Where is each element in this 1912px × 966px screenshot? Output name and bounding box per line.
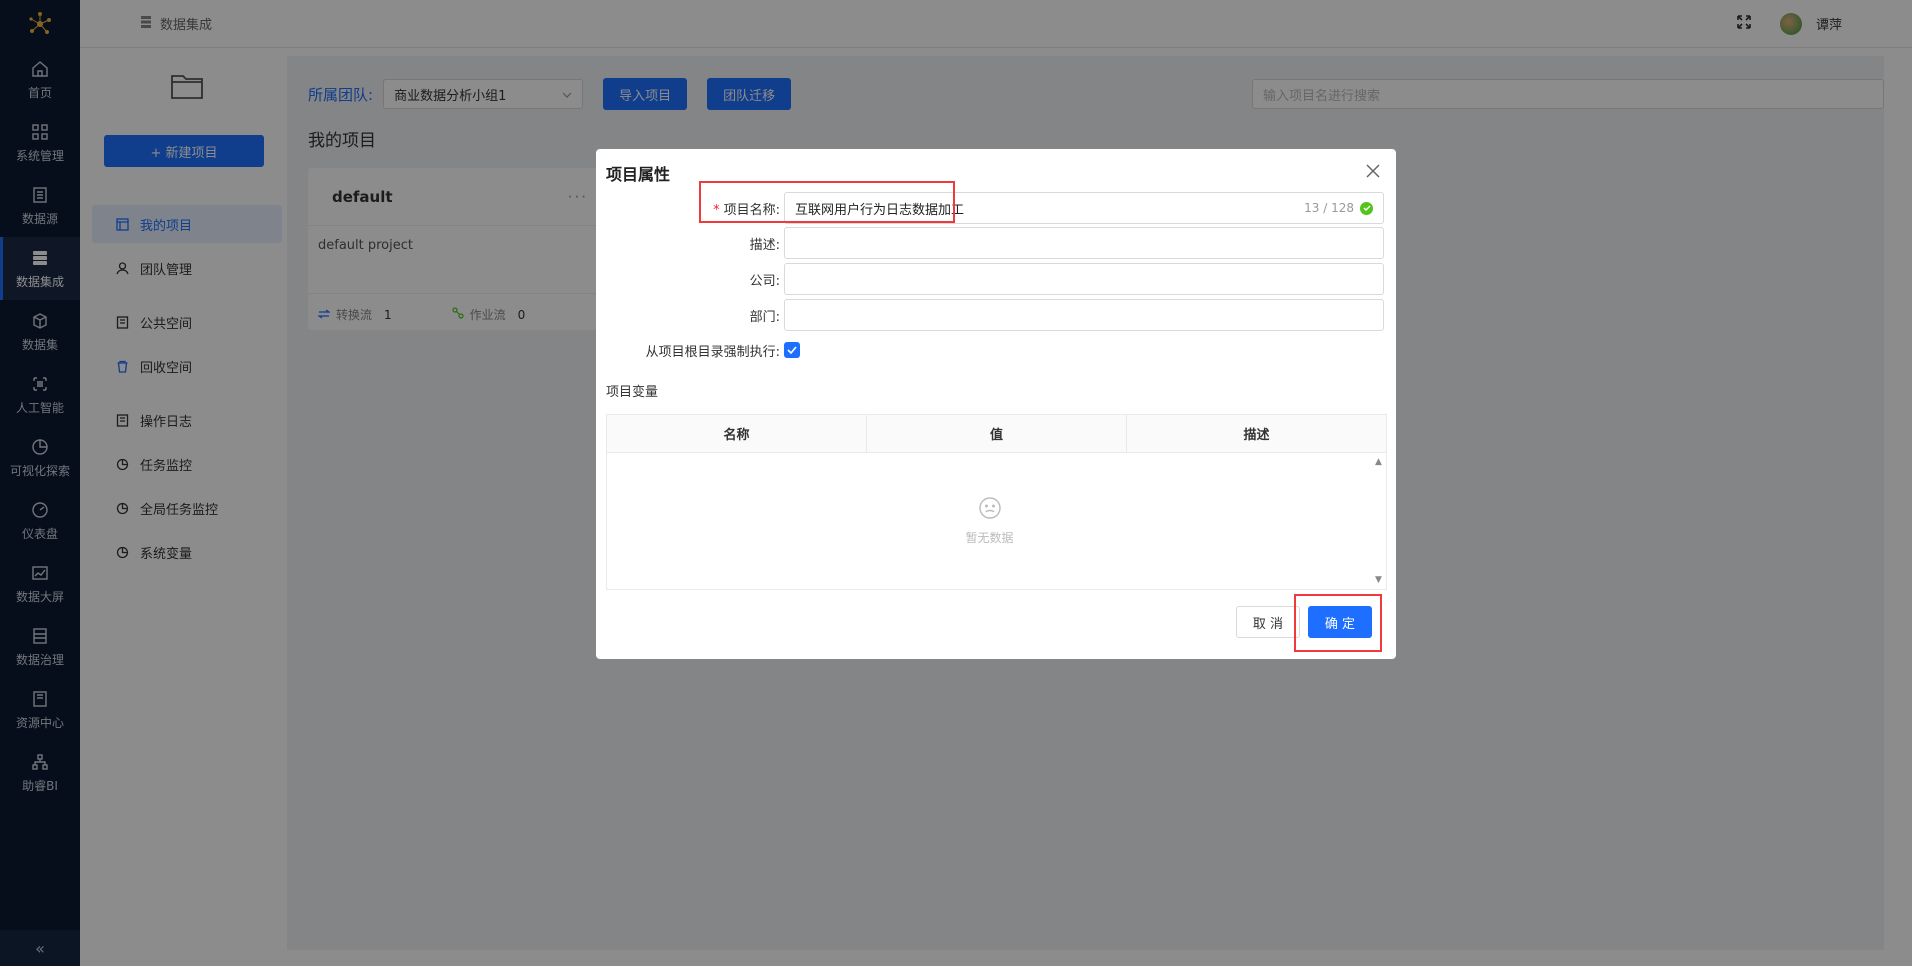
company-label: 公司: — [749, 273, 780, 289]
department-input[interactable] — [784, 299, 1384, 331]
project-properties-dialog: 项目属性 * 项目名称: 互联网用户行为日志数据加工 13 / 128 描述: 公… — [596, 149, 1396, 659]
sad-face-icon — [978, 496, 1002, 523]
check-icon — [787, 346, 797, 354]
variables-table: 名称 值 描述 暂无数据 ▲ ▼ — [606, 414, 1387, 590]
force-run-checkbox[interactable] — [784, 342, 800, 358]
description-row: 描述: — [596, 227, 1396, 259]
table-header: 名称 值 描述 — [607, 415, 1386, 453]
description-label: 描述: — [749, 237, 780, 253]
department-row: 部门: — [596, 299, 1396, 331]
force-run-label: 从项目根目录强制执行: — [645, 344, 780, 360]
cancel-button[interactable]: 取 消 — [1236, 606, 1300, 638]
table-scrollbar[interactable]: ▲ ▼ — [1372, 453, 1386, 589]
company-input[interactable] — [784, 263, 1384, 295]
department-label: 部门: — [749, 309, 780, 325]
close-icon[interactable] — [1366, 159, 1380, 183]
project-variables-label: 项目变量 — [606, 385, 659, 400]
empty-state: 暂无数据 — [607, 453, 1372, 589]
description-input[interactable] — [784, 227, 1384, 259]
company-row: 公司: — [596, 263, 1396, 295]
dialog-title: 项目属性 — [606, 165, 671, 184]
scroll-down-icon[interactable]: ▼ — [1375, 575, 1382, 585]
column-description: 描述 — [1243, 428, 1270, 443]
highlight-confirm-button — [1294, 594, 1382, 652]
highlight-project-name — [699, 181, 955, 223]
column-value: 值 — [867, 415, 1127, 452]
char-count: 13 / 128 — [1304, 201, 1354, 215]
empty-text: 暂无数据 — [965, 531, 1014, 545]
scroll-up-icon[interactable]: ▲ — [1375, 457, 1382, 467]
check-circle-icon — [1360, 201, 1373, 215]
force-run-row: 从项目根目录强制执行: — [596, 334, 1396, 366]
column-name: 名称 — [607, 415, 867, 452]
